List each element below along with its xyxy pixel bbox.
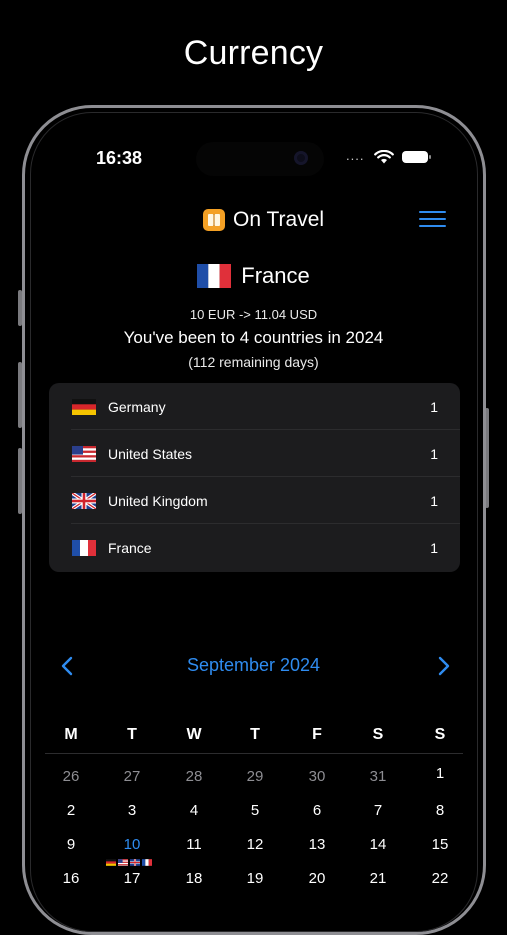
chevron-right-icon[interactable] [433,655,453,677]
country-list: Germany 1 United States 1 United Kingdom… [49,383,460,572]
calendar-day[interactable]: 2 [40,802,102,819]
weekday-label: W [186,726,202,743]
calendar-day[interactable]: 19 [224,870,286,887]
flag-united-states-icon [72,446,96,462]
camera-icon [294,151,308,165]
battery-icon [402,151,431,163]
current-country-name: France [241,263,310,289]
calendar-day-today[interactable]: 10 [101,836,163,853]
calendar-day[interactable]: 8 [409,802,471,819]
weekday-label: T [127,726,137,743]
country-row-france[interactable]: France 1 [49,524,460,571]
calendar-day[interactable]: 31 [347,768,409,785]
flag-france-icon [72,540,96,556]
wifi-icon [374,150,394,164]
calendar-day[interactable]: 14 [347,836,409,853]
country-count: 1 [430,399,438,415]
hamburger-menu-icon[interactable] [419,211,446,229]
flag-france-icon [142,859,152,866]
weekday-header: M T W T F S S [40,726,470,750]
weekday-divider [45,753,463,754]
calendar-month-label[interactable]: September 2024 [0,655,507,676]
calendar-day[interactable]: 28 [163,768,225,785]
calendar-day[interactable]: 15 [409,836,471,853]
country-count: 1 [430,493,438,509]
calendar-day[interactable]: 21 [347,870,409,887]
calendar-day[interactable]: 9 [40,836,102,853]
country-name: France [108,540,152,556]
calendar-day[interactable]: 6 [286,802,348,819]
calendar-day[interactable]: 13 [286,836,348,853]
calendar-day[interactable]: 12 [224,836,286,853]
app-header: On Travel [0,206,507,236]
calendar-day[interactable]: 5 [224,802,286,819]
weekday-label: T [250,726,260,743]
flag-germany-icon [72,399,96,415]
country-count: 1 [430,446,438,462]
countries-summary: You've been to 4 countries in 2024 [123,328,384,347]
day-flags [106,853,154,871]
weekday-label: S [434,726,446,743]
flag-united-kingdom-icon [130,859,140,866]
calendar-day[interactable]: 4 [163,802,225,819]
calendar-day[interactable]: 11 [163,836,225,853]
calendar-day[interactable]: 7 [347,802,409,819]
signal-dots-icon: .... [346,148,365,163]
weekday-label: F [312,726,322,743]
calendar-day[interactable]: 26 [40,768,102,785]
status-time: 16:38 [96,148,143,168]
flag-france-icon [197,264,232,289]
flag-united-states-icon [118,859,128,866]
current-country: France [0,262,507,289]
remaining-days: (112 remaining days) [188,354,319,370]
country-name: United States [108,446,193,462]
country-row-united-kingdom[interactable]: United Kingdom 1 [49,477,460,524]
calendar-day[interactable]: 22 [409,870,471,887]
currency-conversion: 10 EUR -> 11.04 USD [189,307,318,322]
country-name: Germany [108,399,166,415]
calendar-day[interactable]: 18 [163,870,225,887]
country-count: 1 [430,540,438,556]
country-row-germany[interactable]: Germany 1 [49,383,460,430]
calendar-day[interactable]: 3 [101,802,163,819]
calendar-day[interactable]: 20 [286,870,348,887]
flag-germany-icon [106,859,116,866]
country-row-united-states[interactable]: United States 1 [49,430,460,477]
flag-united-kingdom-icon [72,493,96,509]
calendar-day[interactable]: 29 [224,768,286,785]
country-name: United Kingdom [108,493,208,509]
weekday-label: M [64,726,78,743]
calendar-day[interactable]: 27 [101,768,163,785]
weekday-label: S [372,726,384,743]
calendar-day[interactable]: 30 [286,768,348,785]
book-icon [203,209,225,231]
calendar-day[interactable]: 16 [40,870,102,887]
calendar-day[interactable]: 17 [101,870,163,887]
app-title: On Travel [233,208,325,231]
promo-title: Currency [183,34,324,72]
calendar-day[interactable]: 1 [409,765,471,782]
